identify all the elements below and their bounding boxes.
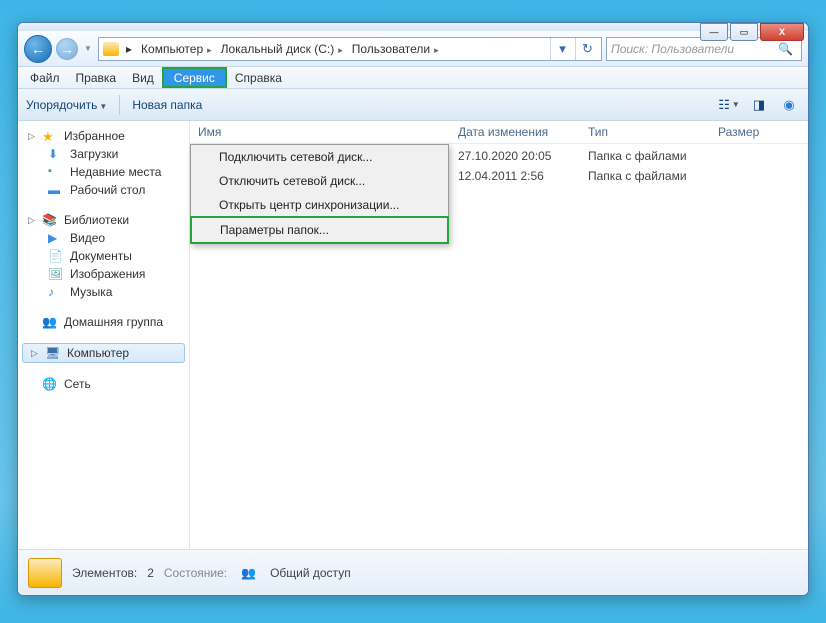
column-type[interactable]: Тип xyxy=(588,125,718,139)
close-button[interactable]: X xyxy=(760,23,804,41)
navigation-pane: ▷★Избранное ⬇Загрузки ▪Недавние места ▬Р… xyxy=(18,121,190,549)
search-icon: 🔍 xyxy=(778,42,793,56)
column-name[interactable]: Имя xyxy=(198,125,458,139)
menu-map-network-drive[interactable]: Подключить сетевой диск... xyxy=(191,145,448,169)
homegroup-icon: 👥 xyxy=(42,315,58,329)
file-list-pane: Имя Дата изменения Тип Размер Подключить… xyxy=(190,121,808,549)
column-headers: Имя Дата изменения Тип Размер xyxy=(190,121,808,144)
sidebar-item-documents[interactable]: 📄Документы xyxy=(18,247,189,265)
titlebar[interactable] xyxy=(18,23,808,31)
preview-pane-icon[interactable]: ◨ xyxy=(748,95,770,115)
menu-open-sync-center[interactable]: Открыть центр синхронизации... xyxy=(191,193,448,217)
sidebar-computer[interactable]: ▷🖥Компьютер xyxy=(22,343,185,363)
refresh-icon[interactable]: ↻ xyxy=(575,38,599,60)
menu-edit[interactable]: Правка xyxy=(68,67,125,88)
network-icon: 🌐 xyxy=(42,377,58,391)
column-size[interactable]: Размер xyxy=(718,125,800,139)
menu-file[interactable]: Файл xyxy=(22,67,68,88)
sidebar-homegroup[interactable]: 👥Домашняя группа xyxy=(18,313,189,331)
address-bar[interactable]: ▸ Компьютер▸ Локальный диск (C:)▸ Пользо… xyxy=(98,37,602,61)
nav-toolbar: ← → ▼ ▸ Компьютер▸ Локальный диск (C:)▸ … xyxy=(18,31,808,67)
view-options-icon[interactable]: ☷ ▼ xyxy=(718,95,740,115)
menu-disconnect-network-drive[interactable]: Отключить сетевой диск... xyxy=(191,169,448,193)
video-icon: ▶ xyxy=(48,231,64,245)
folder-large-icon xyxy=(28,558,62,588)
help-icon[interactable]: ◉ xyxy=(778,95,800,115)
organize-button[interactable]: Упорядочить▼ xyxy=(26,98,107,112)
address-dropdown-icon[interactable]: ▾ xyxy=(550,38,574,60)
menu-view[interactable]: Вид xyxy=(124,67,162,88)
elements-count: 2 xyxy=(147,566,154,580)
menu-bar: Файл Правка Вид Сервис Справка xyxy=(18,67,808,89)
nav-back-button[interactable]: ← xyxy=(24,35,52,63)
document-icon: 📄 xyxy=(48,249,64,263)
state-label: Состояние: xyxy=(164,566,227,580)
breadcrumb-segment[interactable]: Компьютер▸ xyxy=(137,39,216,59)
sidebar-item-pictures[interactable]: 🖼Изображения xyxy=(18,265,189,283)
service-dropdown-menu: Подключить сетевой диск... Отключить сет… xyxy=(190,144,449,244)
search-placeholder: Поиск: Пользователи xyxy=(611,42,734,56)
file-list[interactable]: Подключить сетевой диск... Отключить сет… xyxy=(190,144,808,549)
sidebar-item-recent[interactable]: ▪Недавние места xyxy=(18,163,189,181)
breadcrumb-segment[interactable]: ▸ xyxy=(122,39,136,59)
star-icon: ★ xyxy=(42,129,58,143)
window-controls: — ▭ X xyxy=(700,23,804,41)
menu-service[interactable]: Сервис xyxy=(162,67,227,88)
sidebar-network[interactable]: 🌐Сеть xyxy=(18,375,189,393)
image-icon: 🖼 xyxy=(48,267,64,281)
nav-history-dropdown[interactable]: ▼ xyxy=(82,38,94,60)
breadcrumb-segment[interactable]: Локальный диск (C:)▸ xyxy=(217,39,347,59)
column-date[interactable]: Дата изменения xyxy=(458,125,588,139)
sidebar-item-music[interactable]: ♪Музыка xyxy=(18,283,189,301)
status-bar: Элементов: 2 Состояние: 👥 Общий доступ xyxy=(18,549,808,595)
shared-status: Общий доступ xyxy=(270,566,351,580)
menu-help[interactable]: Справка xyxy=(227,67,290,88)
downloads-icon: ⬇ xyxy=(48,147,64,161)
explorer-window: — ▭ X ← → ▼ ▸ Компьютер▸ Локальный диск … xyxy=(17,22,809,596)
command-toolbar: Упорядочить▼ Новая папка ☷ ▼ ◨ ◉ xyxy=(18,89,808,121)
sidebar-favorites-header[interactable]: ▷★Избранное xyxy=(18,127,189,145)
sidebar-item-videos[interactable]: ▶Видео xyxy=(18,229,189,247)
desktop-icon: ▬ xyxy=(48,183,64,197)
sidebar-libraries-header[interactable]: ▷📚Библиотеки xyxy=(18,211,189,229)
folder-icon xyxy=(103,42,119,56)
sidebar-item-desktop[interactable]: ▬Рабочий стол xyxy=(18,181,189,199)
libraries-icon: 📚 xyxy=(42,213,58,227)
content-area: ▷★Избранное ⬇Загрузки ▪Недавние места ▬Р… xyxy=(18,121,808,549)
recent-icon: ▪ xyxy=(48,165,64,179)
share-icon: 👥 xyxy=(241,566,256,580)
breadcrumb-segment[interactable]: Пользователи▸ xyxy=(348,39,443,59)
new-folder-button[interactable]: Новая папка xyxy=(132,98,202,112)
computer-icon: 🖥 xyxy=(45,346,61,360)
maximize-button[interactable]: ▭ xyxy=(730,23,758,41)
minimize-button[interactable]: — xyxy=(700,23,728,41)
music-icon: ♪ xyxy=(48,285,64,299)
nav-forward-button[interactable]: → xyxy=(56,38,78,60)
sidebar-item-downloads[interactable]: ⬇Загрузки xyxy=(18,145,189,163)
separator xyxy=(119,95,120,115)
menu-folder-options[interactable]: Параметры папок... xyxy=(190,216,449,244)
elements-label: Элементов: xyxy=(72,566,137,580)
